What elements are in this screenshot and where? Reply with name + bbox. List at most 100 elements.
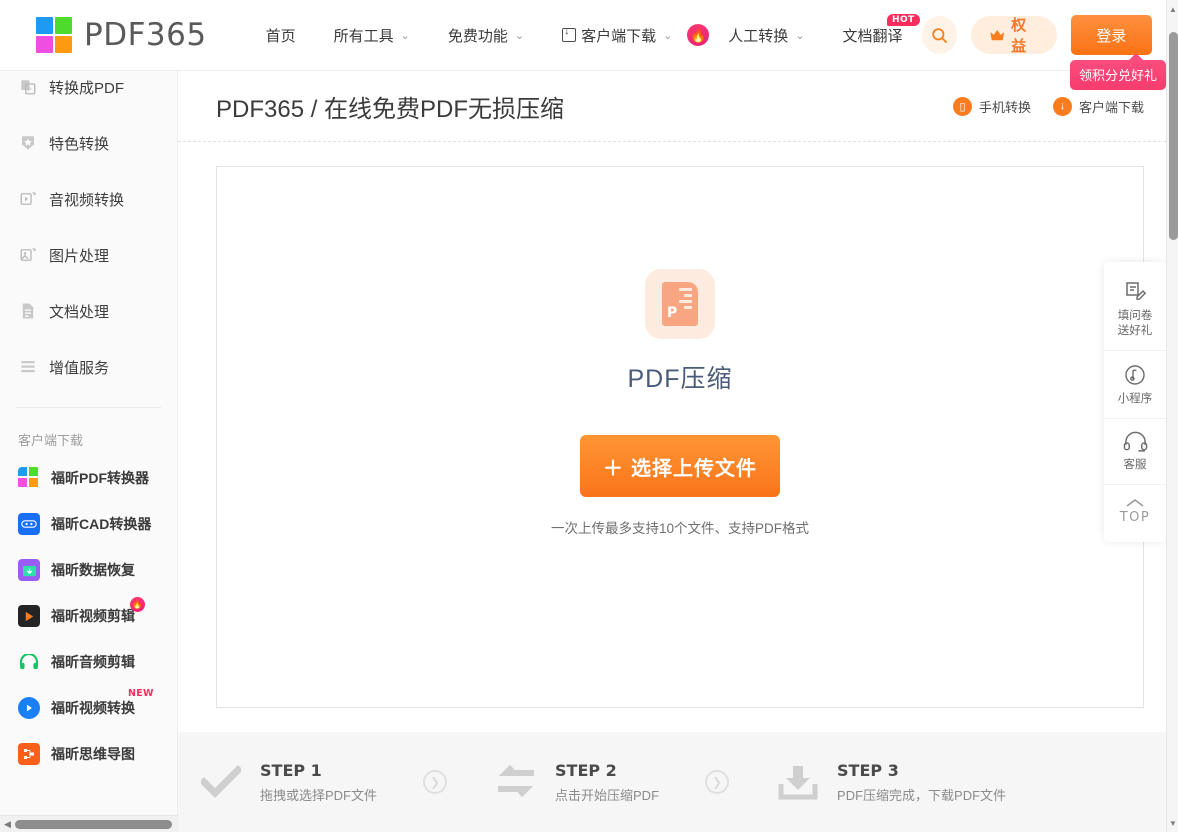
sidebar-item-image-process[interactable]: 图片处理 [0,227,177,283]
nav-items: 首页 所有工具 ⌄ 免费功能 ⌄ 客户端下载 ⌄ 🔥 人工转换 ⌄ 文档翻译 [247,0,922,71]
sidebar-item-label: 特色转换 [49,135,110,153]
download-icon: ↓ [1052,96,1072,116]
scroll-down-arrow-icon[interactable]: ▼ [1167,816,1178,830]
back-to-top-button[interactable]: TOP [1104,484,1166,536]
plus-icon: ＋ [603,457,624,480]
sidebar-item-media-convert[interactable]: 音视频转换 [0,171,177,227]
chevron-down-icon: ⌄ [514,29,525,42]
rights-button[interactable]: 权益 [970,16,1057,55]
scrollbar-thumb[interactable] [15,819,172,829]
scroll-up-arrow-icon[interactable]: ▲ [1167,2,1178,16]
new-badge: NEW [128,688,154,699]
steps-bar: STEP 1 拖拽或选择PDF文件 ❯ STEP 2 点击开始压缩PDF ❯ S… [178,732,1166,832]
sidebar-item-value-added[interactable]: 增值服务 [0,339,177,395]
select-upload-file-button[interactable]: ＋ 选择上传文件 [580,435,780,497]
mobile-convert-button[interactable]: ▯ 手机转换 [952,96,1031,116]
page-vertical-scrollbar[interactable]: ▲ ▼ [1166,0,1178,832]
right-float-panel: 填问卷 送好礼 小程序 客服 TOP [1104,262,1166,542]
miniprogram-icon [1125,365,1145,385]
login-button[interactable]: 登录 [1070,15,1153,55]
fire-badge-icon: 🔥 [130,597,145,612]
sidebar-app-foxit-mindmap[interactable]: 福昕思维导图 [0,731,177,777]
sidebar-app-label: 福昕视频转换 [51,700,135,716]
sidebar-item-special-convert[interactable]: 特色转换 [0,115,177,171]
survey-button[interactable]: 填问卷 送好礼 [1104,268,1166,350]
step-arrow-icon-1: ❯ [423,770,448,794]
miniprogram-button[interactable]: 小程序 [1104,350,1166,418]
step-arrow-icon-2: ❯ [705,770,730,794]
nav-item-all-tools[interactable]: 所有工具 ⌄ [315,0,429,71]
chevron-down-icon: ⌄ [400,29,410,42]
browser-viewport: PDF365 首页 所有工具 ⌄ 免费功能 ⌄ 客户端下载 ⌄ 🔥 人工转换 [0,0,1178,832]
sidebar-app-label: 福昕视频剪辑 [51,608,135,624]
sidebar-app-foxit-video-editor[interactable]: 福昕视频剪辑 🔥 [0,593,177,639]
page-header-actions: ▯ 手机转换 ↓ 客户端下载 [952,96,1144,116]
nav-item-label: 文档翻译 [842,27,903,45]
nav-item-label: 首页 [265,27,296,45]
hot-badge: HOT [887,13,920,26]
download-tray-icon [775,759,821,805]
page-header: PDF365 / 在线免费PDF无损压缩 ▯ 手机转换 ↓ 客户端下载 [178,71,1166,142]
sidebar-horizontal-scrollbar[interactable]: ◀ [0,815,177,832]
nav-item-manual-conversion[interactable]: 人工转换 ⌄ [709,0,823,71]
exchange-icon [493,759,539,805]
nav-item-label: 免费功能 [447,27,508,45]
sidebar-app-label: 福昕思维导图 [51,746,135,762]
nav-item-document-translation[interactable]: 文档翻译 HOT [824,0,922,71]
sidebar-item-label: 图片处理 [49,247,110,265]
file-dropzone[interactable]: P PDF压缩 ＋ 选择上传文件 一次上传最多支持10个文件、支持PDF格式 [216,166,1144,708]
sidebar-item-label: 文档处理 [49,303,110,321]
customer-service-button[interactable]: 客服 [1104,418,1166,484]
brand-name: PDF365 [84,17,207,53]
step-description: 拖拽或选择PDF文件 [260,787,378,803]
tool-title: PDF压缩 [627,365,733,393]
sidebar-app-foxit-cad-converter[interactable]: 福昕CAD转换器 [0,501,177,547]
step-number: STEP 1 [260,760,322,780]
upload-button-label: 选择上传文件 [631,457,757,480]
sidebar-item-label: 音视频转换 [49,191,125,209]
pdf-compress-file-icon: P [645,269,715,339]
survey-label-line2: 送好礼 [1117,325,1153,337]
sidebar-item-label: 转换成PDF [49,79,125,97]
points-tooltip[interactable]: 领积分兑好礼 [1069,53,1166,90]
foxit-mindmap-icon [18,743,40,765]
search-button[interactable] [921,16,957,54]
sidebar-app-foxit-pdf-converter[interactable]: 福昕PDF转换器 [0,455,177,501]
brand-logo[interactable]: PDF365 [36,17,207,53]
nav-item-label: 人工转换 [728,27,789,45]
step-description: PDF压缩完成，下载PDF文件 [837,787,1007,803]
survey-icon [1126,282,1147,300]
sidebar-item-document-process[interactable]: 文档处理 [0,283,177,339]
scroll-left-arrow-icon[interactable]: ◀ [0,819,15,830]
nav-item-home[interactable]: 首页 [247,0,315,71]
nav-item-label: 所有工具 [333,27,394,45]
customer-service-label: 客服 [1123,459,1147,471]
main-content: PDF365 / 在线免费PDF无损压缩 ▯ 手机转换 ↓ 客户端下载 P PD… [178,71,1166,832]
sidebar-app-label: 福昕音频剪辑 [51,654,135,670]
star-shield-icon [18,134,37,153]
client-download-button[interactable]: ↓ 客户端下载 [1052,96,1144,116]
foxit-audio-editor-icon [18,651,40,673]
chevron-up-icon [1126,499,1144,507]
nav-item-client-download[interactable]: 客户端下载 ⌄ [543,0,691,71]
crown-icon [990,29,1004,40]
document-process-icon [18,302,37,321]
nav-item-label: 客户端下载 [581,27,657,45]
step-1: STEP 1 拖拽或选择PDF文件 [198,759,377,805]
check-icon [198,759,244,805]
pdf365-logo-icon [36,17,72,53]
sidebar-app-foxit-video-converter[interactable]: 福昕视频转换 NEW [0,685,177,731]
nav-item-free-features[interactable]: 免费功能 ⌄ [429,0,543,71]
svg-text:P: P [28,88,32,94]
phone-icon: ▯ [952,96,972,116]
search-icon [931,27,947,43]
nav-right-actions: 权益 登录 [921,15,1166,55]
step-number: STEP 2 [555,760,617,780]
foxit-video-converter-icon [18,697,40,719]
sidebar-app-foxit-audio-editor[interactable]: 福昕音频剪辑 [0,639,177,685]
scrollbar-thumb[interactable] [1169,32,1178,240]
download-box-icon [562,25,577,42]
sidebar-app-foxit-data-recovery[interactable]: 福昕数据恢复 [0,547,177,593]
page-title: PDF365 / 在线免费PDF无损压缩 [216,95,565,123]
foxit-pdf-converter-icon [18,467,40,489]
